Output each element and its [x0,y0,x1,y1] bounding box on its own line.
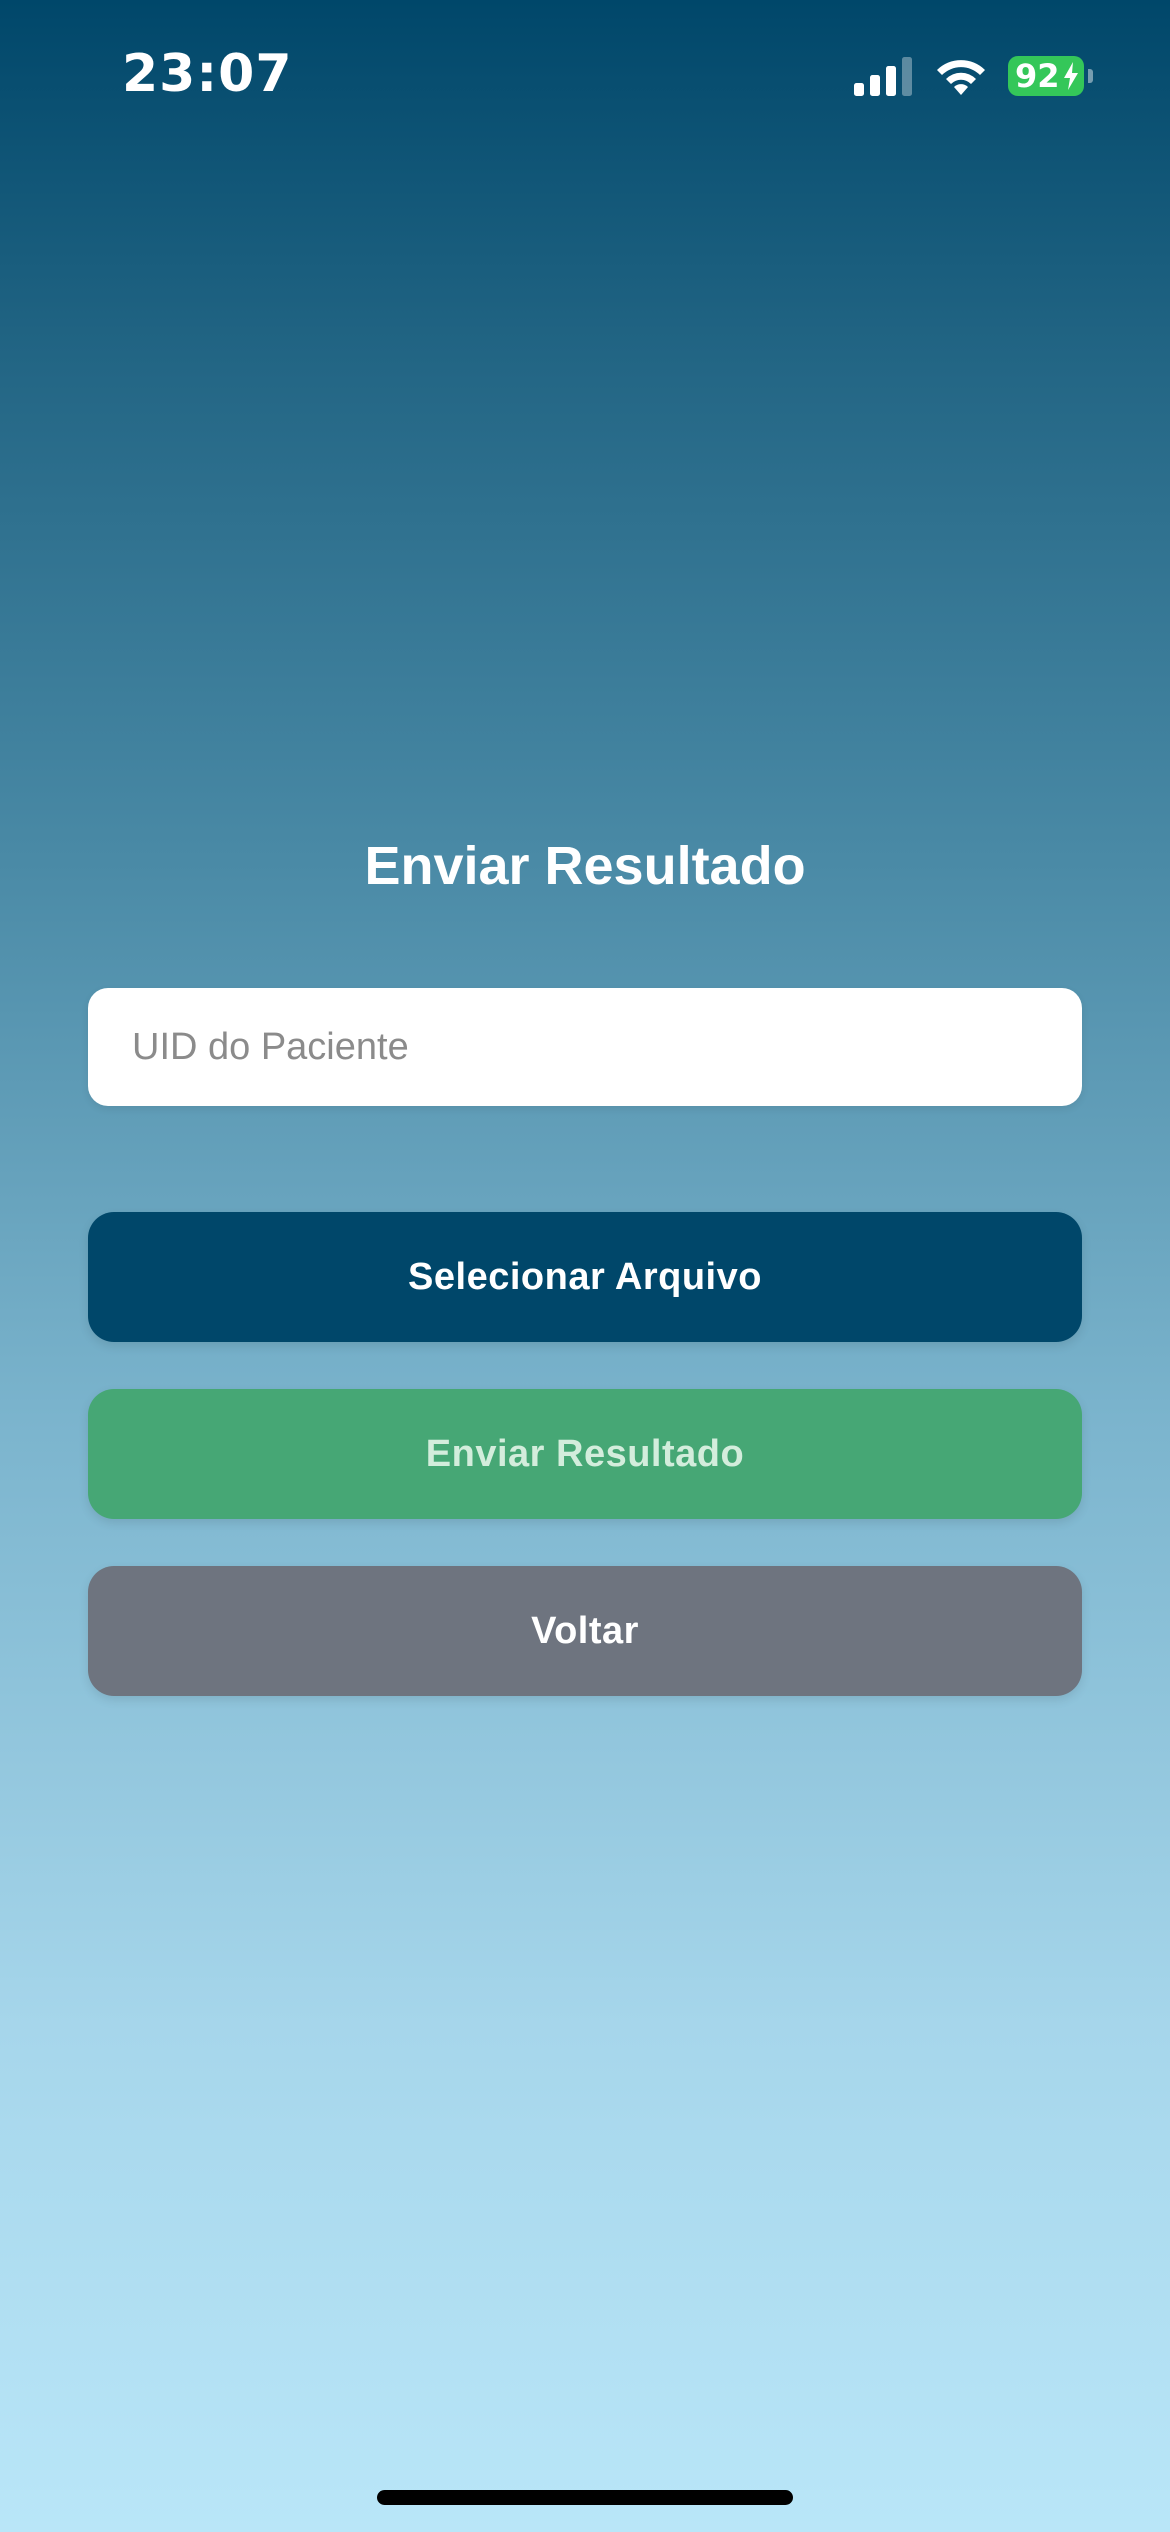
status-time: 23:07 [122,44,293,104]
page-title: Enviar Resultado [364,836,806,896]
charging-bolt-icon [1064,62,1078,90]
battery-cap [1088,69,1093,83]
status-bar: 23:07 92 [0,0,1170,150]
battery-charging-icon: 92 [1008,56,1093,96]
select-file-button[interactable]: Selecionar Arquivo [88,1212,1082,1342]
home-indicator[interactable] [377,2490,793,2505]
battery-percent: 92 [1015,57,1060,95]
send-result-button[interactable]: Enviar Resultado [88,1389,1082,1519]
cellular-signal-icon [854,57,912,96]
wifi-icon [937,60,985,95]
back-button[interactable]: Voltar [88,1566,1082,1696]
patient-uid-input[interactable] [88,988,1082,1106]
